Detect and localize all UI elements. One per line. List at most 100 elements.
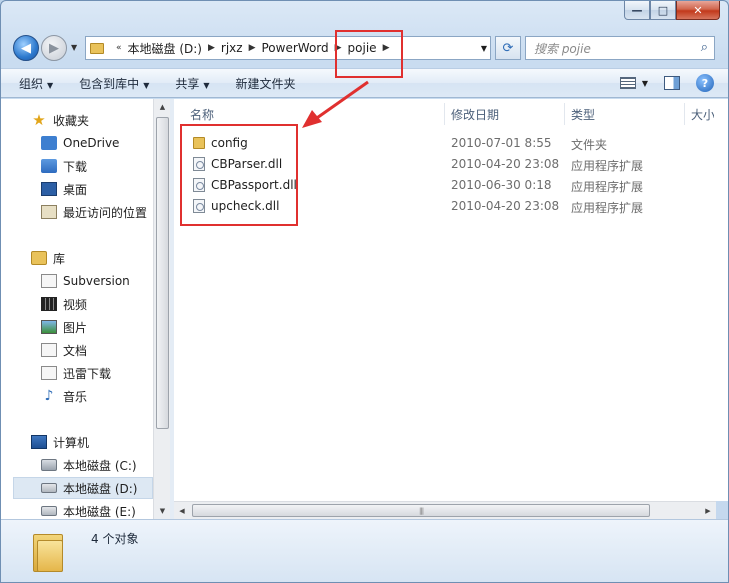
breadcrumb-powerword[interactable]: PowerWord — [262, 41, 329, 55]
close-button[interactable]: ✕ — [676, 1, 720, 20]
view-options-icon[interactable] — [619, 77, 636, 89]
sidebar-item-onedrive[interactable]: OneDrive — [41, 132, 153, 154]
include-in-library-label: 包含到库中 — [79, 76, 140, 91]
sidebar-item-downloads[interactable]: 下载 — [41, 155, 153, 177]
sidebar-item-music[interactable]: ♪ 音乐 — [41, 385, 153, 407]
scroll-right-icon[interactable]: ▶ — [700, 502, 716, 519]
sidebar-header-label: 收藏夹 — [53, 113, 90, 128]
file-type: 应用程序扩展 — [571, 201, 644, 215]
search-input[interactable]: 搜索 pojie ⌕ — [525, 36, 715, 60]
breadcrumb-rjxz[interactable]: rjxz — [221, 41, 243, 55]
column-header-date[interactable]: 修改日期 — [451, 106, 499, 123]
sidebar-item-xunlei-downloads[interactable]: 迅雷下载 — [41, 362, 153, 384]
folder-icon — [90, 42, 104, 54]
sidebar-header-libraries[interactable]: 库 — [31, 247, 153, 269]
document-library-icon — [41, 343, 57, 357]
refresh-icon: ⟳ — [502, 40, 514, 56]
preview-pane-icon[interactable] — [664, 76, 680, 90]
file-list-horizontal-scrollbar[interactable]: ◀ ||| ▶ — [174, 501, 716, 519]
subversion-library-icon — [41, 274, 57, 288]
navigation-pane: ★ 收藏夹 OneDrive 下载 桌面 最近访问的位置 库 Subversio… — [1, 99, 153, 519]
sidebar-item-label: 本地磁盘 (C:) — [63, 458, 137, 473]
video-library-icon — [41, 297, 57, 311]
sidebar-item-label: 迅雷下载 — [63, 366, 112, 381]
include-in-library-menu[interactable]: 包含到库中 ▼ — [79, 75, 149, 92]
sidebar-item-drive-c[interactable]: 本地磁盘 (C:) — [41, 454, 153, 476]
chevron-down-icon: ▼ — [143, 80, 150, 90]
scrollbar-thumb[interactable] — [156, 117, 169, 429]
column-header-type[interactable]: 类型 — [571, 106, 595, 123]
scroll-left-icon[interactable]: ◀ — [174, 502, 190, 519]
share-menu[interactable]: 共享 ▼ — [175, 75, 209, 92]
refresh-button[interactable]: ⟳ — [495, 36, 521, 60]
sidebar-item-label: 最近访问的位置 — [63, 205, 148, 220]
explorer-window: — □ ✕ ◀ ▶ ▼ « 本地磁盘 (D:) ▶ rjxz ▶ PowerWo… — [0, 0, 729, 583]
forward-arrow-icon: ▶ — [49, 40, 59, 56]
search-placeholder: 搜索 pojie — [534, 41, 591, 56]
sidebar-item-subversion[interactable]: Subversion — [41, 270, 153, 292]
recent-places-icon — [41, 205, 57, 219]
drive-icon — [41, 483, 57, 493]
back-arrow-icon: ◀ — [21, 40, 31, 56]
scroll-down-icon[interactable]: ▼ — [154, 503, 171, 519]
recent-pages-dropdown[interactable]: ▼ — [71, 43, 77, 52]
sidebar-item-label: 桌面 — [63, 182, 88, 197]
forward-button[interactable]: ▶ — [41, 35, 67, 61]
file-date: 2010-07-01 8:55 — [451, 136, 552, 150]
sidebar-item-label: 音乐 — [63, 389, 88, 404]
file-type: 应用程序扩展 — [571, 180, 644, 194]
sidebar-header-label: 库 — [53, 251, 66, 266]
library-icon — [31, 251, 47, 265]
window-controls: — □ ✕ — [624, 1, 720, 21]
file-list-edge — [714, 99, 728, 501]
new-folder-button[interactable]: 新建文件夹 — [236, 75, 296, 92]
sidebar-item-label: 视频 — [63, 297, 88, 312]
column-header-size[interactable]: 大小 — [691, 106, 714, 123]
navigation-pane-scrollbar[interactable]: ▲ ▼ — [153, 99, 170, 519]
organize-menu[interactable]: 组织 ▼ — [19, 75, 53, 92]
share-label: 共享 — [175, 76, 200, 91]
highlight-box-breadcrumb — [335, 30, 403, 78]
computer-icon — [31, 435, 47, 449]
drive-icon — [41, 506, 57, 516]
onedrive-icon — [41, 136, 57, 150]
search-icon[interactable]: ⌕ — [701, 40, 708, 55]
breadcrumb-drive-d[interactable]: 本地磁盘 (D:) — [128, 40, 202, 57]
sidebar-item-label: 文档 — [63, 343, 88, 358]
sidebar-header-favorites[interactable]: ★ 收藏夹 — [31, 109, 153, 131]
picture-library-icon — [41, 320, 57, 334]
chevron-right-icon[interactable]: ▶ — [208, 43, 215, 53]
sidebar-item-drive-e[interactable]: 本地磁盘 (E:) — [41, 500, 153, 519]
chevron-right-icon[interactable]: ▶ — [249, 43, 256, 53]
scrollbar-thumb[interactable]: ||| — [192, 504, 650, 517]
view-options-dropdown[interactable]: ▼ — [642, 79, 648, 88]
minimize-button[interactable]: — — [624, 1, 650, 20]
sidebar-item-pictures[interactable]: 图片 — [41, 316, 153, 338]
sidebar-item-desktop[interactable]: 桌面 — [41, 178, 153, 200]
help-icon[interactable]: ? — [696, 74, 714, 92]
new-folder-label: 新建文件夹 — [235, 76, 296, 91]
chevron-down-icon: ▼ — [203, 80, 210, 90]
scroll-up-icon[interactable]: ▲ — [154, 99, 171, 115]
sidebar-header-computer[interactable]: 计算机 — [31, 431, 153, 453]
grip-icon: ||| — [419, 507, 424, 515]
address-bar[interactable]: « 本地磁盘 (D:) ▶ rjxz ▶ PowerWord ▶ pojie ▶ — [85, 36, 491, 60]
sidebar-header-label: 计算机 — [53, 435, 90, 450]
sidebar-item-label: OneDrive — [63, 136, 120, 150]
sidebar-item-videos[interactable]: 视频 — [41, 293, 153, 315]
sidebar-item-documents[interactable]: 文档 — [41, 339, 153, 361]
chevron-left-icon: « — [116, 43, 122, 53]
sidebar-item-recent-places[interactable]: 最近访问的位置 — [41, 201, 153, 223]
address-history-dropdown[interactable]: ▼ — [477, 37, 491, 59]
back-button[interactable]: ◀ — [13, 35, 39, 61]
column-divider[interactable] — [564, 103, 565, 125]
file-date: 2010-06-30 0:18 — [451, 178, 552, 192]
column-divider[interactable] — [444, 103, 445, 125]
column-divider[interactable] — [684, 103, 685, 125]
star-icon: ★ — [32, 111, 46, 129]
maximize-button[interactable]: □ — [650, 1, 676, 20]
sidebar-item-drive-d[interactable]: 本地磁盘 (D:) — [13, 477, 153, 499]
organize-label: 组织 — [19, 76, 44, 91]
column-header-name[interactable]: 名称 — [190, 106, 214, 123]
file-date: 2010-04-20 23:08 — [451, 199, 560, 213]
